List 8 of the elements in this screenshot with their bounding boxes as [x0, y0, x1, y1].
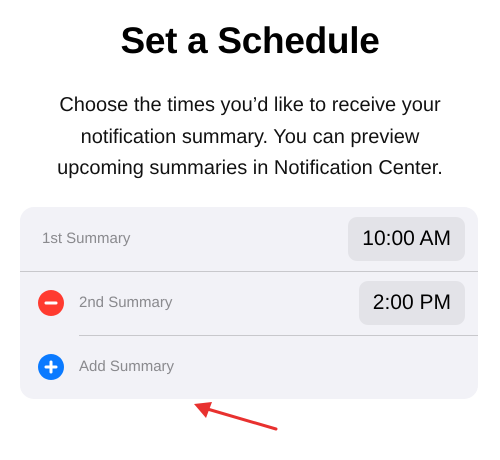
time-picker[interactable]: 2:00 PM — [358, 280, 465, 324]
description-text: Choose the times you’d like to receive your notification summary. You can preview upcoming summaries in Notification Center. — [56, 93, 444, 181]
remove-icon[interactable] — [38, 290, 64, 316]
summary-label: 2nd Summary — [79, 294, 172, 311]
time-picker[interactable]: 10:00 AM — [348, 216, 465, 260]
page-title: Set a Schedule — [119, 19, 380, 63]
summary-label: 1st Summary — [42, 230, 130, 247]
add-icon[interactable] — [38, 354, 64, 380]
